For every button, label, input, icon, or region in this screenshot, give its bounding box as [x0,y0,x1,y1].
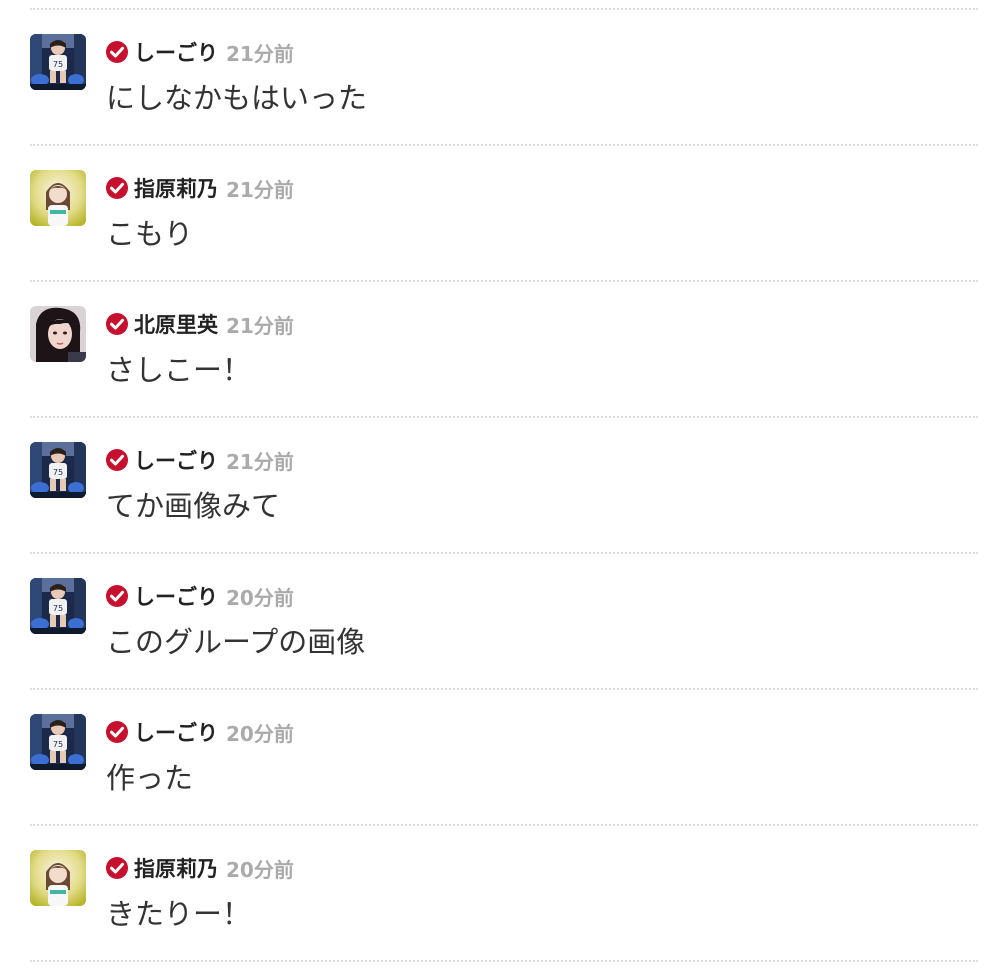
verified-check-icon [106,721,128,743]
sashihara-avatar [30,850,86,906]
comment-item: しーごり 21分前 てか画像みて [0,418,1008,552]
timestamp: 21分前 [226,449,294,474]
comment-item: しーごり 20分前 このグループの画像 [0,554,1008,688]
verified-check-icon [106,857,128,879]
verified-check-icon [106,41,128,63]
kitahara-avatar [30,306,86,362]
timestamp: 20分前 [226,721,294,746]
shigori-avatar [30,442,86,498]
shigori-avatar [30,578,86,634]
comment-meta: 北原里英 21分前 [106,310,294,338]
comment-message: 作った [106,761,194,795]
avatar[interactable] [30,850,86,906]
comment-item: しーごり 20分前 作った [0,690,1008,824]
user-name[interactable]: しーごり [134,37,218,67]
avatar[interactable] [30,714,86,770]
comment-item: 指原莉乃 21分前 こもり [0,146,1008,280]
timestamp: 21分前 [226,177,294,202]
avatar[interactable] [30,306,86,362]
avatar[interactable] [30,170,86,226]
comment-item: しーごり 21分前 にしなかもはいった [0,10,1008,144]
verified-check-icon [106,313,128,335]
verified-check-icon [106,449,128,471]
shigori-avatar [30,714,86,770]
avatar[interactable] [30,578,86,634]
comment-meta: しーごり 20分前 [106,582,294,610]
user-name[interactable]: しーごり [134,717,218,747]
comment-message: こもり [106,217,194,251]
comment-feed: しーごり 21分前 にしなかもはいった 指原莉乃 21分前 こもり 北原里英 2… [0,0,1008,971]
verified-check-icon [106,177,128,199]
user-name[interactable]: しーごり [134,581,218,611]
timestamp: 21分前 [226,313,294,338]
separator [30,960,978,962]
comment-meta: しーごり 20分前 [106,718,294,746]
comment-meta: しーごり 21分前 [106,38,294,66]
comment-meta: 指原莉乃 20分前 [106,854,294,882]
user-name[interactable]: しーごり [134,445,218,475]
timestamp: 21分前 [226,41,294,66]
avatar[interactable] [30,34,86,90]
comment-message: このグループの画像 [106,625,366,659]
user-name[interactable]: 北原里英 [134,309,218,339]
comment-meta: しーごり 21分前 [106,446,294,474]
comment-item: 北原里英 21分前 さしこー！ [0,282,1008,416]
sashihara-avatar [30,170,86,226]
comment-message: にしなかもはいった [106,81,368,115]
timestamp: 20分前 [226,857,294,882]
comment-message: きたりー！ [106,897,252,931]
user-name[interactable]: 指原莉乃 [134,853,218,883]
verified-check-icon [106,585,128,607]
comment-item: 指原莉乃 20分前 きたりー！ [0,826,1008,960]
timestamp: 20分前 [226,585,294,610]
comment-meta: 指原莉乃 21分前 [106,174,294,202]
comment-message: さしこー！ [106,353,252,387]
avatar[interactable] [30,442,86,498]
comment-message: てか画像みて [106,489,281,523]
shigori-avatar [30,34,86,90]
user-name[interactable]: 指原莉乃 [134,173,218,203]
